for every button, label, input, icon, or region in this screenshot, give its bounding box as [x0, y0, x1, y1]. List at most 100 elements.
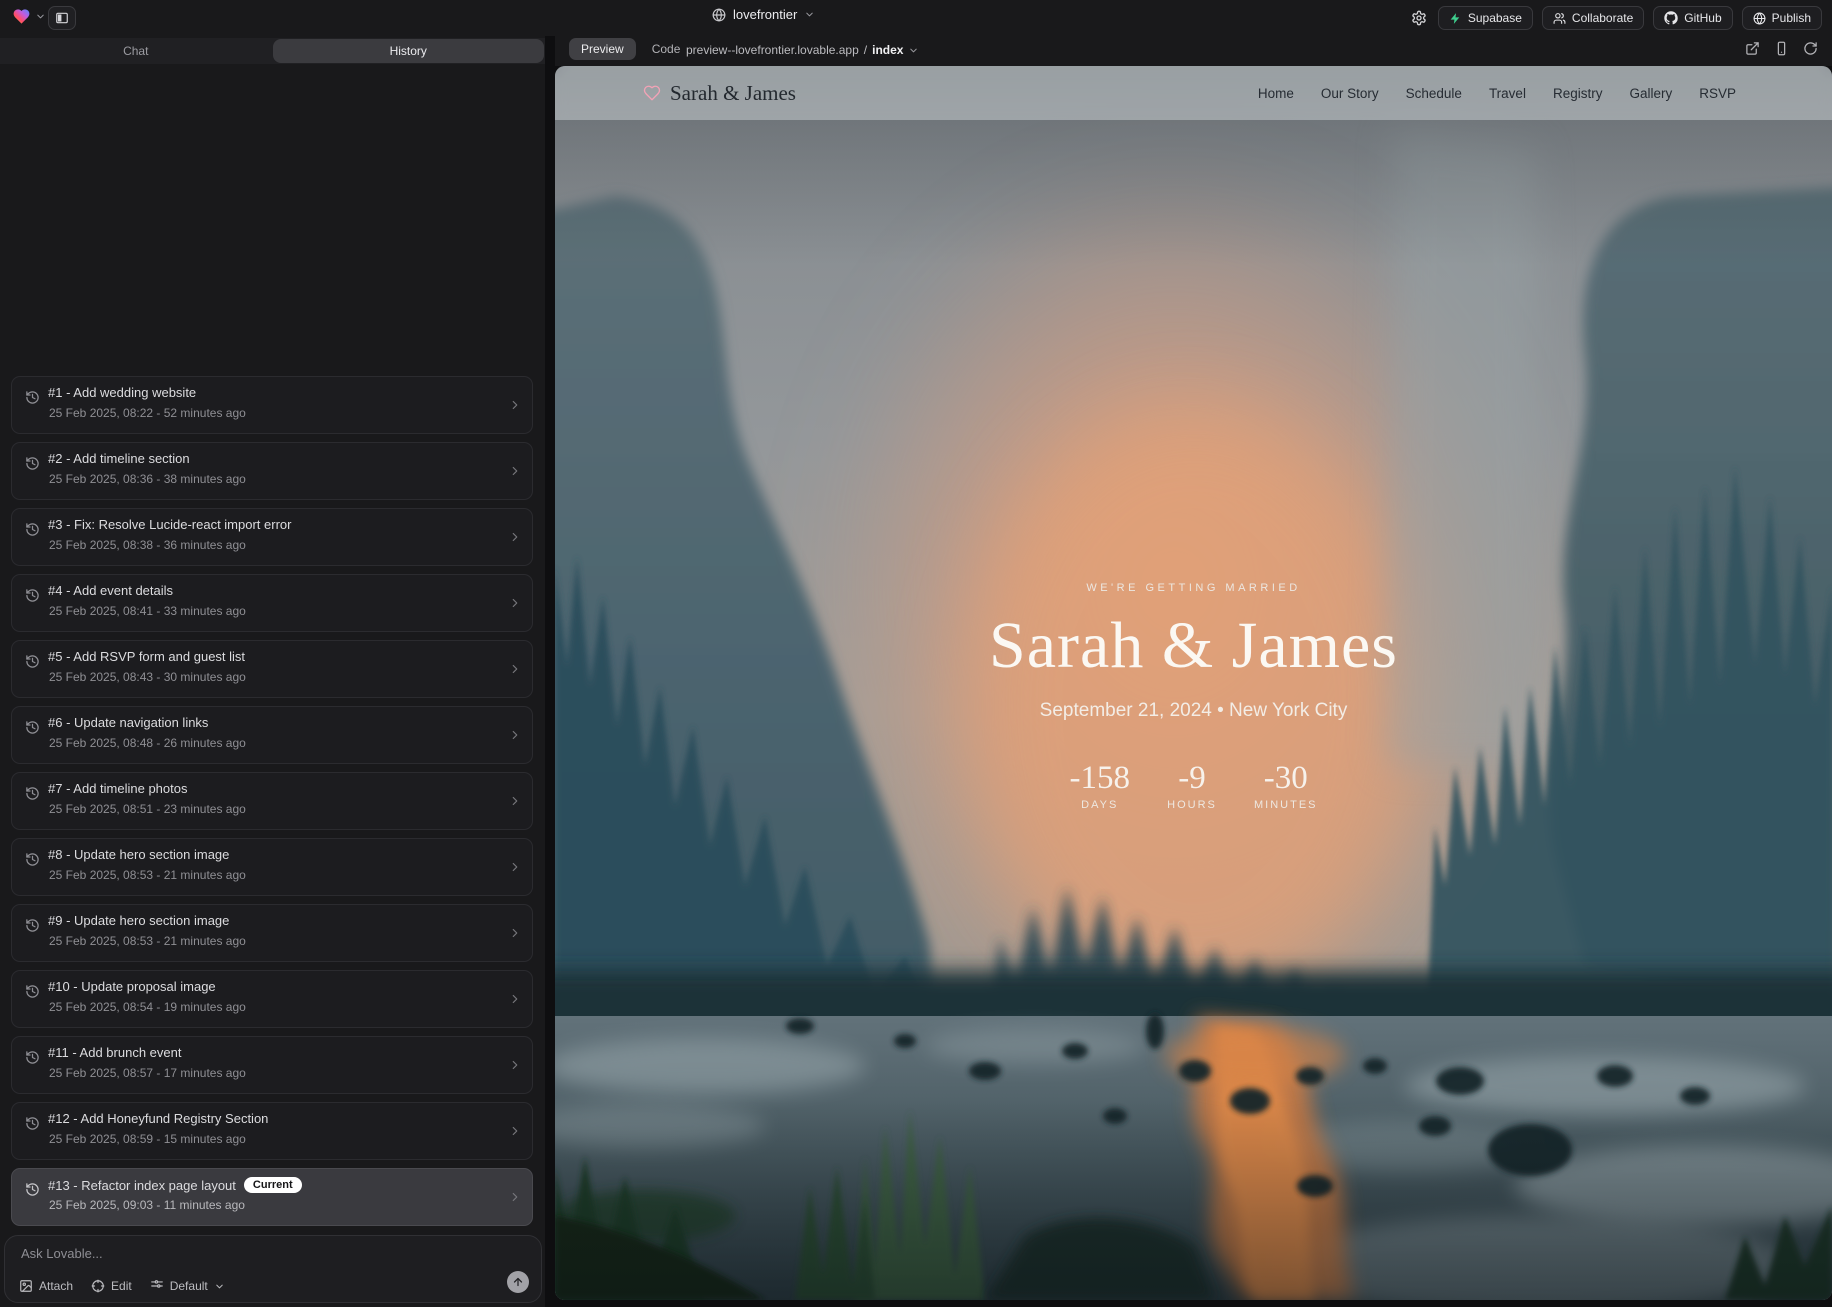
site-logo-text: Sarah & James	[670, 81, 796, 106]
history-item[interactable]: #2 - Add timeline section 25 Feb 2025, 0…	[11, 442, 533, 500]
history-item-time: 25 Feb 2025, 08:43 - 30 minutes ago	[49, 670, 246, 684]
chevron-right-icon	[508, 662, 522, 676]
history-item[interactable]: #4 - Add event details 25 Feb 2025, 08:4…	[11, 574, 533, 632]
countdown-minutes-label: MINUTES	[1254, 799, 1318, 811]
publish-button[interactable]: Publish	[1742, 6, 1822, 30]
history-icon	[25, 984, 40, 999]
history-icon	[25, 720, 40, 735]
nav-link-travel[interactable]: Travel	[1489, 86, 1526, 101]
ask-lovable-input[interactable]	[21, 1246, 481, 1261]
countdown-days-label: DAYS	[1070, 799, 1131, 811]
nav-link-gallery[interactable]: Gallery	[1629, 86, 1672, 101]
sliders-icon	[150, 1279, 164, 1293]
countdown-hours-value: -9	[1162, 760, 1222, 797]
site-header: Sarah & James Home Our Story Schedule Tr…	[555, 66, 1832, 120]
history-item-title: #4 - Add event details	[48, 583, 173, 598]
site-logo[interactable]: Sarah & James	[643, 81, 796, 106]
mode-label: Default	[170, 1279, 208, 1293]
history-item-title: #8 - Update hero section image	[48, 847, 229, 862]
chevron-down-icon	[908, 45, 919, 56]
history-icon	[25, 588, 40, 603]
collaborate-button[interactable]: Collaborate	[1542, 6, 1644, 30]
supabase-button[interactable]: Supabase	[1438, 6, 1533, 30]
refresh-icon[interactable]	[1803, 41, 1818, 56]
history-icon	[25, 918, 40, 933]
history-icon	[25, 786, 40, 801]
countdown-days-value: -158	[1070, 760, 1131, 797]
send-button[interactable]	[507, 1271, 529, 1293]
crosshair-icon	[91, 1279, 105, 1293]
history-item-time: 25 Feb 2025, 09:03 - 11 minutes ago	[49, 1198, 245, 1212]
edit-button[interactable]: Edit	[91, 1279, 132, 1293]
history-item-title: #3 - Fix: Resolve Lucide-react import er…	[48, 517, 291, 532]
project-name: lovefrontier	[733, 7, 797, 22]
collaborate-people-icon	[1553, 12, 1566, 25]
chevron-down-icon	[214, 1281, 225, 1292]
chevron-right-icon	[508, 926, 522, 940]
tab-code[interactable]: Code	[652, 42, 681, 56]
history-icon	[25, 456, 40, 471]
toggle-sidebar-button[interactable]	[48, 6, 76, 30]
history-item[interactable]: #3 - Fix: Resolve Lucide-react import er…	[11, 508, 533, 566]
preview-url-host: preview--lovefrontier.lovable.app	[686, 43, 859, 57]
history-item[interactable]: #9 - Update hero section image 25 Feb 20…	[11, 904, 533, 962]
nav-link-home[interactable]: Home	[1258, 86, 1294, 101]
nav-link-rsvp[interactable]: RSVP	[1699, 86, 1736, 101]
history-item[interactable]: #1 - Add wedding website 25 Feb 2025, 08…	[11, 376, 533, 434]
history-item-title: #2 - Add timeline section	[48, 451, 190, 466]
preview-url-selector[interactable]: preview--lovefrontier.lovable.app / inde…	[686, 43, 919, 57]
chevron-right-icon	[508, 860, 522, 874]
countdown-days: -158 DAYS	[1070, 760, 1131, 811]
countdown-hours: -9 HOURS	[1162, 760, 1222, 811]
chat-history-sidebar: Chat History #1 - Add wedding website 25…	[0, 36, 545, 1307]
mobile-view-icon[interactable]	[1774, 41, 1789, 56]
history-item[interactable]: #10 - Update proposal image 25 Feb 2025,…	[11, 970, 533, 1028]
hero-title: Sarah & James	[555, 608, 1832, 684]
preview-url-page: index	[872, 43, 903, 57]
hero-section: WE'RE GETTING MARRIED Sarah & James Sept…	[555, 582, 1832, 811]
nav-link-registry[interactable]: Registry	[1553, 86, 1603, 101]
lovable-logo-menu[interactable]	[12, 7, 46, 26]
history-icon	[25, 390, 40, 405]
history-item-time: 25 Feb 2025, 08:54 - 19 minutes ago	[49, 1000, 246, 1014]
open-external-icon[interactable]	[1745, 41, 1760, 56]
history-icon	[25, 1182, 40, 1197]
history-item-title: #6 - Update navigation links	[48, 715, 208, 730]
history-item[interactable]: #8 - Update hero section image 25 Feb 20…	[11, 838, 533, 896]
history-item-time: 25 Feb 2025, 08:59 - 15 minutes ago	[49, 1132, 246, 1146]
tab-preview[interactable]: Preview	[569, 38, 636, 60]
site-nav: Home Our Story Schedule Travel Registry …	[1258, 86, 1736, 101]
history-item-current[interactable]: #13 - Refactor index page layout Current…	[11, 1168, 533, 1226]
settings-button[interactable]	[1409, 8, 1429, 28]
preview-toolbar: Preview Code preview--lovefrontier.lovab…	[555, 36, 1832, 66]
tab-history[interactable]: History	[273, 39, 545, 63]
nav-link-schedule[interactable]: Schedule	[1406, 86, 1462, 101]
gear-icon	[1411, 10, 1427, 26]
history-icon	[25, 654, 40, 669]
project-selector[interactable]: lovefrontier	[712, 7, 815, 22]
history-item[interactable]: #11 - Add brunch event 25 Feb 2025, 08:5…	[11, 1036, 533, 1094]
supabase-bolt-icon	[1449, 12, 1462, 25]
attach-button[interactable]: Attach	[19, 1279, 73, 1293]
mode-select[interactable]: Default	[150, 1279, 225, 1293]
github-icon	[1664, 11, 1678, 25]
history-item[interactable]: #6 - Update navigation links 25 Feb 2025…	[11, 706, 533, 764]
chevron-right-icon	[508, 1190, 522, 1204]
nav-link-our-story[interactable]: Our Story	[1321, 86, 1379, 101]
panel-left-icon	[55, 11, 69, 25]
history-icon	[25, 1116, 40, 1131]
countdown-minutes: -30 MINUTES	[1254, 760, 1318, 811]
chevron-right-icon	[508, 794, 522, 808]
edit-label: Edit	[111, 1279, 132, 1293]
history-icon	[25, 852, 40, 867]
history-item-time: 25 Feb 2025, 08:38 - 36 minutes ago	[49, 538, 246, 552]
history-item[interactable]: #7 - Add timeline photos 25 Feb 2025, 08…	[11, 772, 533, 830]
github-button[interactable]: GitHub	[1653, 6, 1732, 30]
chevron-right-icon	[508, 728, 522, 742]
image-attach-icon	[19, 1279, 33, 1293]
countdown: -158 DAYS -9 HOURS -30 MINUTES	[555, 760, 1832, 811]
tab-chat[interactable]: Chat	[0, 38, 272, 64]
history-item[interactable]: #5 - Add RSVP form and guest list 25 Feb…	[11, 640, 533, 698]
history-item[interactable]: #12 - Add Honeyfund Registry Section 25 …	[11, 1102, 533, 1160]
chevron-right-icon	[508, 596, 522, 610]
